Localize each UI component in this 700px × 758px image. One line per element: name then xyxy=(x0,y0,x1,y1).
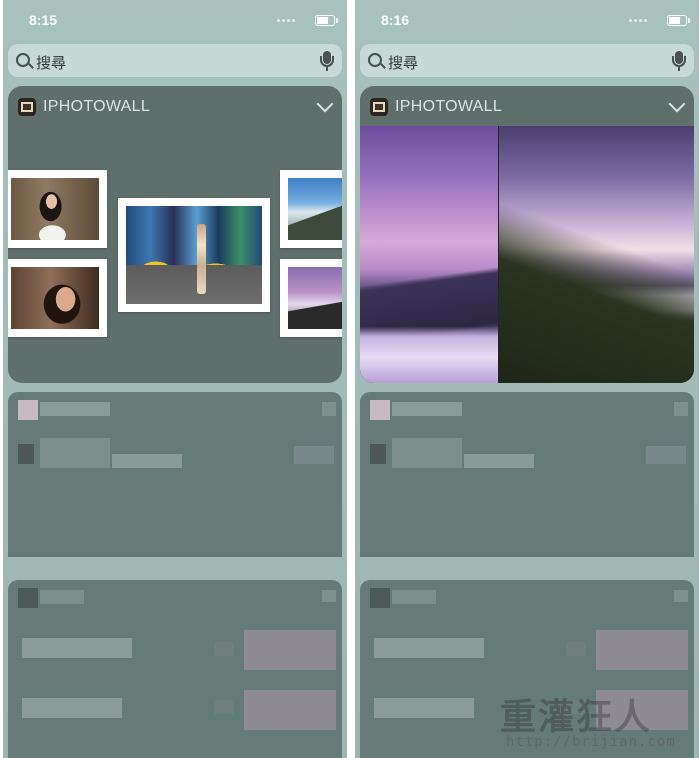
signal-dots-icon xyxy=(629,19,651,23)
watermark: 重灌狂人 http://brijian.com xyxy=(500,688,700,758)
status-time: 8:15 xyxy=(29,12,58,28)
microphone-icon[interactable] xyxy=(320,51,334,71)
chevron-down-icon[interactable] xyxy=(668,95,686,113)
search-icon xyxy=(368,53,382,67)
app-icon xyxy=(370,98,388,116)
panorama-photo[interactable] xyxy=(360,126,694,383)
photo-city[interactable] xyxy=(118,198,270,312)
panorama-right[interactable] xyxy=(499,126,694,383)
phone-screen-left: 8:15 搜尋 IPHOTOWALL xyxy=(3,0,347,758)
panorama-left[interactable] xyxy=(360,126,498,383)
search-bar[interactable]: 搜尋 xyxy=(8,44,342,77)
microphone-icon[interactable] xyxy=(672,51,686,71)
status-time: 8:16 xyxy=(381,12,410,28)
chevron-down-icon[interactable] xyxy=(316,95,334,113)
search-icon xyxy=(16,53,30,67)
photo-landscape-1[interactable] xyxy=(280,170,342,248)
blurred-card xyxy=(8,580,342,758)
signal-dots-icon xyxy=(277,19,299,23)
screen-divider xyxy=(347,0,355,758)
photo-landscape-2[interactable] xyxy=(280,259,342,337)
phone-screen-right: 8:16 搜尋 IPHOTOWALL xyxy=(355,0,699,758)
battery-icon xyxy=(315,15,338,26)
app-icon xyxy=(18,98,36,116)
iphotowall-widget[interactable]: IPHOTOWALL xyxy=(360,86,694,383)
widget-title: IPHOTOWALL xyxy=(43,98,151,115)
watermark-logo: 重灌狂人 xyxy=(500,696,653,738)
search-placeholder: 搜尋 xyxy=(388,55,419,72)
iphotowall-widget[interactable]: IPHOTOWALL xyxy=(8,86,342,383)
photo-portrait-2[interactable] xyxy=(8,259,107,337)
blurred-widgets xyxy=(3,392,347,758)
blurred-card xyxy=(8,392,342,557)
watermark-url: http://brijian.com xyxy=(506,734,676,750)
blurred-card xyxy=(360,392,694,557)
photo-portrait-1[interactable] xyxy=(8,170,107,248)
widget-title: IPHOTOWALL xyxy=(395,98,503,115)
search-bar[interactable]: 搜尋 xyxy=(360,44,694,77)
battery-icon xyxy=(667,15,690,26)
search-placeholder: 搜尋 xyxy=(36,55,67,72)
